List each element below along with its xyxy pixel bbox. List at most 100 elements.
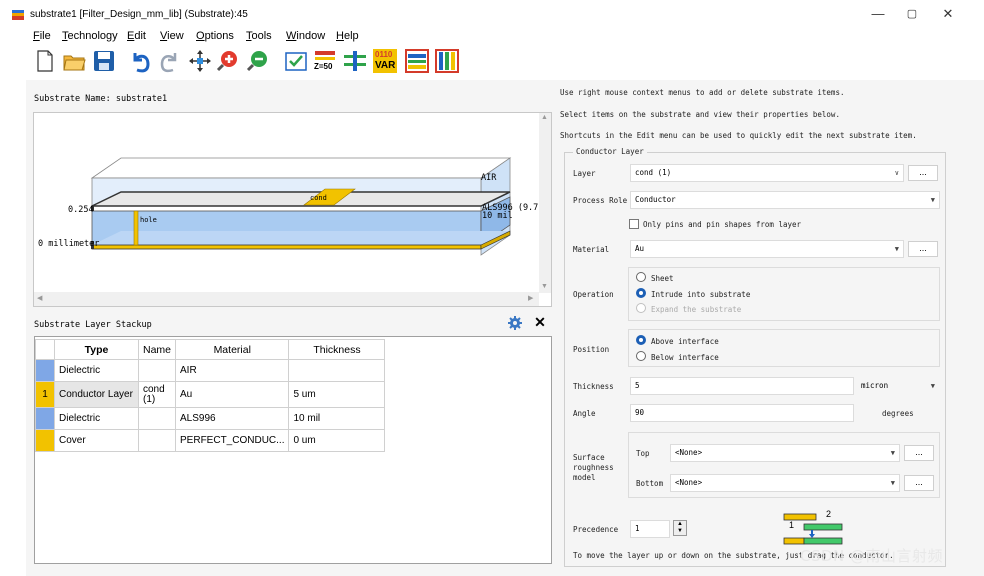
zoom-out-icon[interactable] [246, 49, 270, 73]
pins-only-checkbox[interactable] [629, 219, 639, 229]
row-type: Conductor Layer [54, 381, 139, 408]
close-stackup-icon[interactable]: ✕ [532, 314, 548, 330]
header-type[interactable]: Type [54, 339, 139, 360]
roughness-top-label: Top [636, 449, 650, 458]
radio-sheet-label: Sheet [651, 274, 674, 283]
gear-icon[interactable] [508, 316, 522, 330]
radio-below-interface[interactable] [636, 351, 646, 361]
dropdown-arrow-icon: ▼ [930, 382, 935, 390]
table-row[interactable]: Dielectric AIR [35, 359, 386, 382]
roughness-bottom-label: Bottom [636, 479, 664, 488]
hole-label: hole [140, 216, 157, 224]
roughness-bottom-browse-button[interactable]: ... [904, 475, 934, 491]
row-color-cell [35, 359, 55, 382]
air-label: AIR [481, 173, 497, 183]
row-type: Cover [54, 429, 139, 452]
dropdown-arrow-icon: ▼ [890, 449, 895, 457]
thickness-unit-value: micron [861, 381, 889, 390]
chevron-down-icon: ∨ [894, 169, 899, 177]
material-label: Material [573, 245, 610, 254]
z50-label: Z=50 [314, 62, 333, 71]
substrate-3d-view[interactable]: AIR cond hole ALS996 (9.7) 10 mil 0.254 … [33, 112, 552, 307]
roughness-label-line-2: roughness [573, 463, 614, 472]
menu-edit[interactable]: Edit [127, 27, 146, 45]
thickness-unit-select[interactable]: micron ▼ [856, 377, 940, 395]
table-row-selected[interactable]: 1 Conductor Layer cond (1) Au 5 um [35, 381, 386, 408]
menu-file[interactable]: File [33, 27, 51, 45]
horizontal-scrollbar[interactable]: ◀ ▶ [34, 292, 539, 306]
menu-view[interactable]: View [160, 27, 184, 45]
table-row[interactable]: Cover PERFECT_CONDUC... 0 um [35, 429, 386, 452]
check-icon[interactable] [284, 49, 308, 73]
title-bar: substrate1 [Filter_Design_mm_lib] (Subst… [0, 0, 984, 26]
header-thickness[interactable]: Thickness [288, 339, 386, 360]
z50-icon[interactable]: Z=50 [313, 49, 337, 73]
dropdown-arrow-icon: ▼ [890, 479, 895, 487]
help-line-2: Select items on the substrate and view t… [560, 110, 840, 119]
scroll-up-icon[interactable]: ▲ [541, 114, 548, 121]
scroll-down-icon[interactable]: ▼ [541, 283, 548, 290]
layers-horizontal-icon[interactable] [405, 49, 429, 73]
header-index [35, 339, 55, 360]
roughness-top-browse-button[interactable]: ... [904, 445, 934, 461]
material-select[interactable]: Au ▼ [630, 240, 904, 258]
minimize-button[interactable]: — [860, 4, 896, 24]
radio-above-interface[interactable] [636, 335, 646, 345]
menu-window[interactable]: Window [286, 27, 325, 45]
open-folder-icon[interactable] [62, 49, 86, 73]
precedence-diagram-label-2: 2 [826, 509, 832, 519]
var-icon[interactable]: 0110 VAR [373, 49, 397, 73]
close-button[interactable]: ✕ [930, 4, 966, 24]
angle-input[interactable]: 90 [630, 404, 854, 422]
scroll-left-icon[interactable]: ◀ [37, 294, 42, 302]
menu-technology[interactable]: Technology [62, 27, 118, 45]
new-document-icon[interactable] [33, 49, 57, 73]
material-browse-button[interactable]: ... [908, 241, 938, 257]
roughness-bottom-select[interactable]: <None> ▼ [670, 474, 900, 492]
layer-browse-button[interactable]: ... [908, 165, 938, 181]
row-thickness [288, 359, 386, 382]
roughness-top-select[interactable]: <None> ▼ [670, 444, 900, 462]
substrate-name-value: substrate1 [115, 94, 168, 104]
precedence-spinner[interactable]: ▲ ▼ [673, 520, 687, 536]
row-type: Dielectric [54, 359, 139, 382]
layers-vertical-icon[interactable] [435, 49, 459, 73]
menu-tools[interactable]: Tools [246, 27, 272, 45]
pan-icon[interactable] [188, 49, 212, 73]
thickness-input[interactable]: 5 [630, 377, 854, 395]
row-name: cond (1) [137, 381, 177, 408]
menu-options[interactable]: Options [196, 27, 234, 45]
process-role-select[interactable]: Conductor ▼ [630, 191, 940, 209]
dropdown-arrow-icon: ▼ [894, 245, 899, 253]
save-icon[interactable] [92, 49, 116, 73]
zoom-in-icon[interactable] [216, 49, 240, 73]
header-name[interactable]: Name [137, 339, 177, 360]
precedence-diagram-label-1: 1 [789, 520, 795, 530]
process-role-label: Process Role [573, 196, 628, 205]
help-line-1: Use right mouse context menus to add or … [560, 88, 845, 97]
scroll-right-icon[interactable]: ▶ [528, 294, 533, 302]
precedence-input[interactable]: 1 [630, 520, 670, 538]
roughness-label: Surface roughness model [573, 453, 614, 483]
substrate-name: Substrate Name: substrate1 [34, 94, 167, 104]
maximize-button[interactable]: ▢ [894, 4, 930, 24]
row-color-cell [35, 407, 55, 430]
header-material[interactable]: Material [175, 339, 290, 360]
row-thickness: 0 um [288, 429, 386, 452]
radio-sheet[interactable] [636, 272, 646, 282]
layer-select[interactable]: cond (1) ∨ [630, 164, 904, 182]
material-value: Au [635, 244, 645, 253]
undo-icon[interactable] [128, 49, 152, 73]
level-bottom-label: 0 millimeter [38, 239, 100, 249]
tline-icon[interactable] [343, 49, 367, 73]
var-top-label: 0110 [375, 50, 393, 59]
table-row[interactable]: Dielectric ALS996 10 mil [35, 407, 386, 430]
menu-help[interactable]: Help [336, 27, 359, 45]
vertical-scrollbar[interactable]: ▲ ▼ [539, 113, 551, 293]
redo-icon[interactable] [158, 49, 182, 73]
menu-bar: File Technology Edit View Options Tools … [0, 27, 984, 45]
row-thickness: 5 um [288, 381, 386, 408]
table-header-row: Type Name Material Thickness [35, 339, 386, 360]
radio-intrude[interactable] [636, 288, 646, 298]
pins-only-label: Only pins and pin shapes from layer [643, 220, 802, 229]
